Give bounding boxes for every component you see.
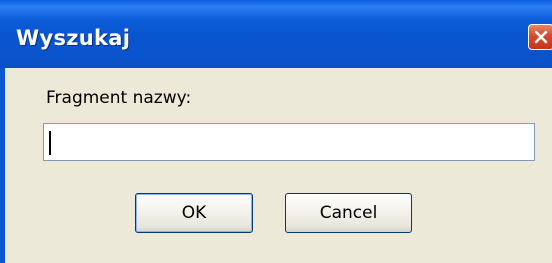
ok-button[interactable]: OK	[135, 193, 253, 233]
close-button[interactable]	[528, 24, 552, 50]
name-fragment-input[interactable]	[43, 123, 535, 161]
dialog-window: Wyszukaj Fragment nazwy: OK Cancel	[0, 0, 552, 263]
text-caret	[49, 131, 51, 155]
window-title: Wyszukaj	[16, 26, 131, 50]
cancel-button[interactable]: Cancel	[285, 193, 412, 233]
close-icon	[534, 30, 548, 44]
field-label: Fragment nazwy:	[46, 88, 192, 108]
title-bar[interactable]: Wyszukaj	[0, 0, 552, 68]
dialog-body: Fragment nazwy: OK Cancel	[5, 68, 552, 263]
